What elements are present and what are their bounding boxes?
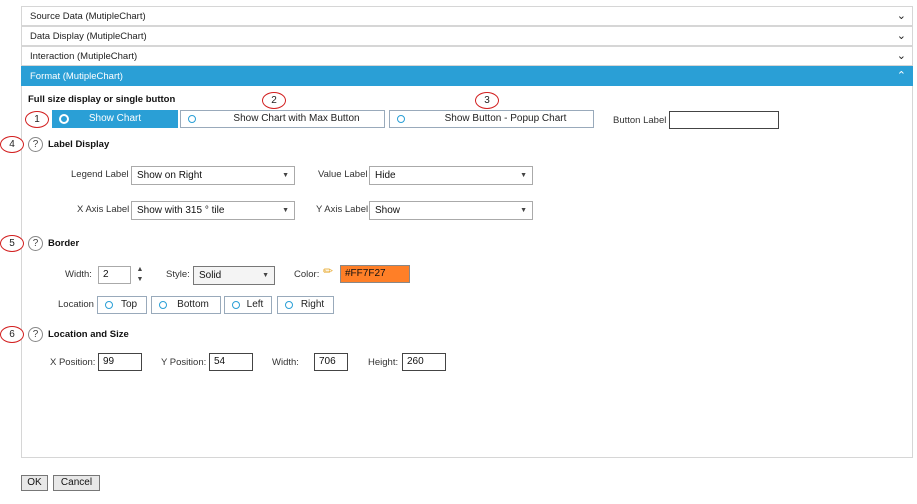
callout-4: 4 <box>0 136 24 153</box>
y-position-caption: Y Position: <box>161 357 207 368</box>
select-value: Show on Right <box>137 170 203 181</box>
legend-label-select[interactable]: Show on Right ▼ <box>131 166 295 185</box>
border-location-caption: Location <box>58 299 94 310</box>
radio-icon <box>397 115 405 123</box>
chevron-down-icon: ⌄ <box>896 30 906 42</box>
callout-6: 6 <box>0 326 24 343</box>
callout-2: 2 <box>262 92 286 109</box>
radio-icon <box>188 115 196 123</box>
radio-icon <box>285 301 293 309</box>
border-style-select[interactable]: Solid ▼ <box>193 266 275 285</box>
callout-1: 1 <box>25 111 49 128</box>
accordion-label: Format (MutipleChart) <box>30 71 123 82</box>
radio-icon <box>59 114 69 124</box>
border-title: Border <box>48 238 80 249</box>
accordion-format[interactable]: Format (MutipleChart) ⌃ <box>21 66 913 86</box>
step-up-icon[interactable]: ▲ <box>136 266 144 273</box>
border-width-caption: Width: <box>65 269 92 280</box>
width-input[interactable]: 706 <box>314 353 348 371</box>
callout-3: 3 <box>475 92 499 109</box>
accordion-source-data[interactable]: Source Data (MutipleChart) ⌄ <box>21 6 913 26</box>
border-color-caption: Color: <box>294 269 320 280</box>
option-label: Show Chart with Max Button <box>233 113 360 124</box>
accordion-label: Source Data (MutipleChart) <box>30 11 146 22</box>
value-label-caption: Value Label <box>318 169 368 180</box>
location-size-title: Location and Size <box>48 329 129 340</box>
accordion-interaction[interactable]: Interaction (MutipleChart) ⌄ <box>21 46 913 66</box>
legend-label-caption: Legend Label <box>71 169 129 180</box>
display-option-max-button[interactable]: Show Chart with Max Button <box>180 110 385 128</box>
select-value: Show <box>375 205 401 216</box>
accordion-data-display[interactable]: Data Display (MutipleChart) ⌄ <box>21 26 913 46</box>
accordion-label: Data Display (MutipleChart) <box>30 31 147 42</box>
width-caption: Width: <box>272 357 299 368</box>
button-label-input[interactable] <box>669 111 779 129</box>
option-label: Bottom <box>177 299 209 310</box>
dropdown-arrow-icon: ▼ <box>520 207 527 214</box>
option-label: Show Chart <box>88 113 142 124</box>
label-display-title: Label Display <box>48 139 110 150</box>
y-axis-label-select[interactable]: Show ▼ <box>369 201 533 220</box>
x-position-input[interactable]: 99 <box>98 353 142 371</box>
help-icon[interactable]: ? <box>28 137 43 152</box>
chevron-up-icon: ⌃ <box>896 70 906 82</box>
cancel-button[interactable]: Cancel <box>53 475 100 491</box>
display-option-popup-chart[interactable]: Show Button - Popup Chart <box>389 110 594 128</box>
x-axis-label-select[interactable]: Show with 315 ° tile ▼ <box>131 201 295 220</box>
pencil-icon[interactable]: ✏ <box>323 264 333 278</box>
border-location-right[interactable]: Right <box>277 296 334 314</box>
option-label: Show Button - Popup Chart <box>444 113 567 124</box>
dropdown-arrow-icon: ▼ <box>520 172 527 179</box>
callout-5: 5 <box>0 235 24 252</box>
step-down-icon[interactable]: ▼ <box>136 276 144 283</box>
display-mode-title: Full size display or single button <box>28 94 176 105</box>
ok-button[interactable]: OK <box>21 475 48 491</box>
select-value: Solid <box>199 270 222 281</box>
select-value: Hide <box>375 170 396 181</box>
dropdown-arrow-icon: ▼ <box>282 207 289 214</box>
help-icon[interactable]: ? <box>28 327 43 342</box>
border-width-input[interactable]: 2 <box>98 266 131 284</box>
chevron-down-icon: ⌄ <box>896 10 906 22</box>
select-value: Show with 315 ° tile <box>137 205 225 216</box>
radio-icon <box>232 301 240 309</box>
x-position-caption: X Position: <box>50 357 96 368</box>
border-location-bottom[interactable]: Bottom <box>151 296 221 314</box>
dropdown-arrow-icon: ▼ <box>262 272 269 279</box>
accordion-label: Interaction (MutipleChart) <box>30 51 138 62</box>
border-location-left[interactable]: Left <box>224 296 272 314</box>
border-location-top[interactable]: Top <box>97 296 147 314</box>
display-option-show-chart[interactable]: Show Chart <box>52 110 178 128</box>
x-axis-label-caption: X Axis Label <box>77 204 130 215</box>
height-caption: Height: <box>368 357 399 368</box>
chevron-down-icon: ⌄ <box>896 50 906 62</box>
button-label-caption: Button Label <box>613 115 667 126</box>
border-style-caption: Style: <box>166 269 190 280</box>
dropdown-arrow-icon: ▼ <box>282 172 289 179</box>
help-icon[interactable]: ? <box>28 236 43 251</box>
height-input[interactable]: 260 <box>402 353 446 371</box>
value-label-select[interactable]: Hide ▼ <box>369 166 533 185</box>
radio-icon <box>159 301 167 309</box>
border-color-input[interactable]: #FF7F27 <box>340 265 410 283</box>
radio-icon <box>105 301 113 309</box>
y-position-input[interactable]: 54 <box>209 353 253 371</box>
y-axis-label-caption: Y Axis Label <box>316 204 369 215</box>
